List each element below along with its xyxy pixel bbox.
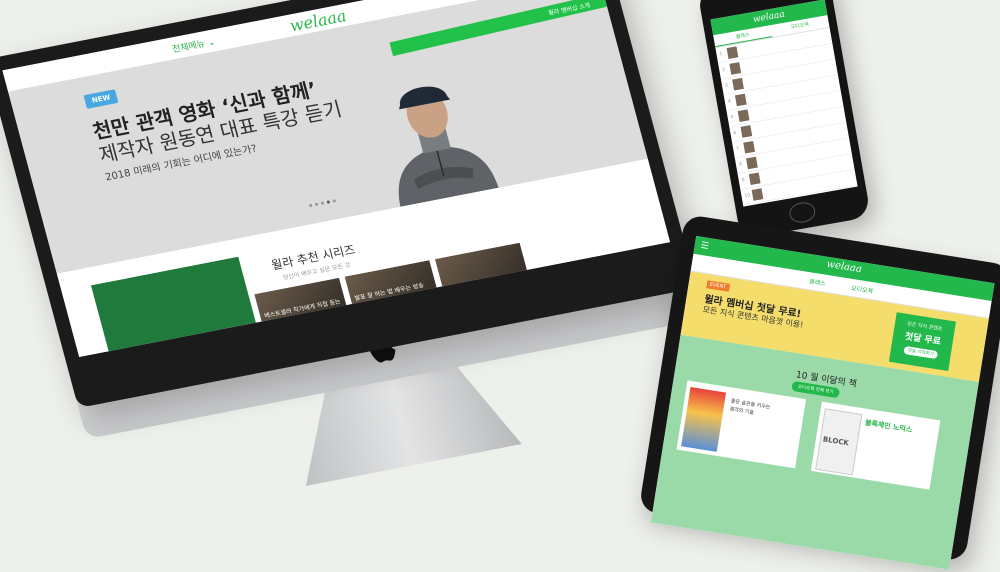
book-cover: BLOCK xyxy=(815,408,863,476)
home-button[interactable] xyxy=(787,200,817,225)
item-thumbnail xyxy=(743,140,756,154)
item-thumbnail xyxy=(732,77,744,91)
rank-number: 9 xyxy=(741,178,746,184)
item-thumbnail xyxy=(748,172,761,186)
free-month-card: 모든 지식 콘텐츠 첫달 무료 무료 시작하기 xyxy=(888,312,956,372)
rank-number: 6 xyxy=(733,130,737,137)
imac-device: 전체메뉴 ⌄ welaaa 윌라 멤버십 소개 NEW 천만 관객 영화 ‘신과… xyxy=(0,0,745,515)
start-free-button[interactable]: 무료 시작하기 xyxy=(903,345,939,360)
item-thumbnail xyxy=(740,125,753,138)
carousel-dot-active[interactable] xyxy=(326,200,331,204)
item-thumbnail xyxy=(729,62,742,75)
rank-number: 3 xyxy=(724,83,729,89)
book-title: 좋은 습관을 키우는 생각의 기술 xyxy=(729,398,771,417)
book-cover xyxy=(681,386,727,452)
item-thumbnail xyxy=(726,46,739,59)
book-card[interactable]: 좋은 습관을 키우는 생각의 기술 xyxy=(676,380,807,469)
tab-audiobook[interactable]: 오디오북 xyxy=(851,283,874,295)
featured-series-card[interactable] xyxy=(90,256,262,357)
rank-number: 7 xyxy=(735,146,740,152)
rank-number: 10 xyxy=(744,193,751,200)
rank-number: 5 xyxy=(730,115,735,121)
new-badge: NEW xyxy=(83,89,119,109)
mobile-site-screen: welaaa 클래스 오디오북 1 2 3 4 5 6 7 8 9 10 xyxy=(710,0,858,207)
ranking-list: 1 2 3 4 5 6 7 8 9 10 xyxy=(715,27,858,206)
series-thumb[interactable]: 발표 잘 하는 법 배우는 방송 xyxy=(344,260,441,320)
cover-text: BLOCK xyxy=(822,435,850,448)
rank-number: 1 xyxy=(719,51,723,58)
rank-number: 4 xyxy=(727,99,732,105)
rank-number: 2 xyxy=(722,67,726,74)
item-thumbnail xyxy=(734,93,747,107)
imac-bezel: 전체메뉴 ⌄ welaaa 윌라 멤버십 소개 NEW 천만 관객 영화 ‘신과… xyxy=(0,0,697,409)
chevron-down-icon: ⌄ xyxy=(206,37,217,49)
book-card[interactable]: BLOCK 블록체인 노믹스 xyxy=(810,401,941,490)
item-thumbnail xyxy=(737,109,750,122)
series-thumb[interactable] xyxy=(435,242,531,302)
series-thumb[interactable]: 베스트셀러 작가에게 직접 듣는 xyxy=(254,277,351,337)
desktop-site-screen: 전체메뉴 ⌄ welaaa 윌라 멤버십 소개 NEW 천만 관객 영화 ‘신과… xyxy=(2,0,671,357)
scene: 전체메뉴 ⌄ welaaa 윌라 멤버십 소개 NEW 천만 관객 영화 ‘신과… xyxy=(0,0,1000,570)
rank-number: 8 xyxy=(738,162,743,168)
tab-class[interactable]: 클래스 xyxy=(809,276,827,288)
carousel-dot[interactable] xyxy=(320,201,325,205)
carousel-dot[interactable] xyxy=(308,203,313,208)
carousel-dot[interactable] xyxy=(332,199,337,203)
item-thumbnail xyxy=(751,188,764,201)
phone-device: welaaa 클래스 오디오북 1 2 3 4 5 6 7 8 9 10 xyxy=(696,0,872,240)
speaker-photo xyxy=(398,86,499,207)
tablet-site-screen: ☰ welaaa 클래스 오디오북 EVENT 윌라 멤버십 첫달 무료! 모든… xyxy=(650,235,995,570)
carousel-dot[interactable] xyxy=(314,202,319,207)
tablet-device: ☰ welaaa 클래스 오디오북 EVENT 윌라 멤버십 첫달 무료! 모든… xyxy=(638,214,1000,570)
carousel-dots xyxy=(308,199,337,208)
book-title: 블록체인 노믹스 xyxy=(864,418,913,435)
item-thumbnail xyxy=(746,156,758,170)
